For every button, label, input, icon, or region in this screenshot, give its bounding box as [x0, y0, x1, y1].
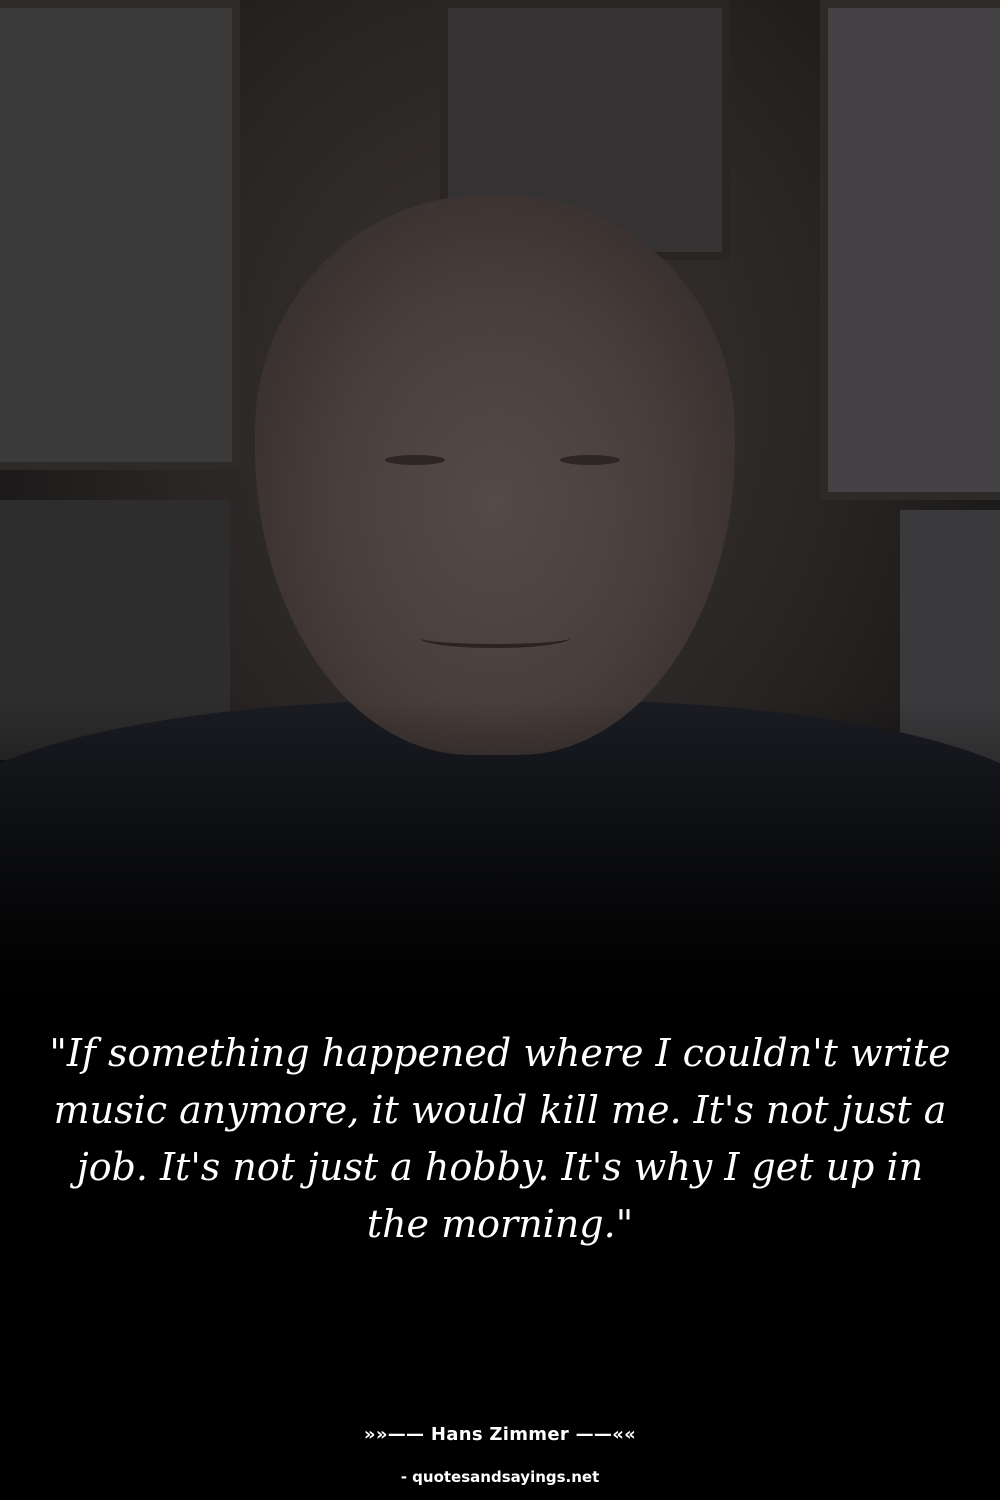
- photo-fade-overlay: [0, 0, 1000, 1000]
- background-photo: [0, 0, 1000, 1000]
- quote-card: "If something happened where I couldn't …: [0, 0, 1000, 1500]
- quote-author: »»—— Hans Zimmer ——««: [363, 1424, 637, 1445]
- source-watermark: - quotesandsayings.net: [400, 1468, 600, 1486]
- quote-text: "If something happened where I couldn't …: [49, 1031, 951, 1246]
